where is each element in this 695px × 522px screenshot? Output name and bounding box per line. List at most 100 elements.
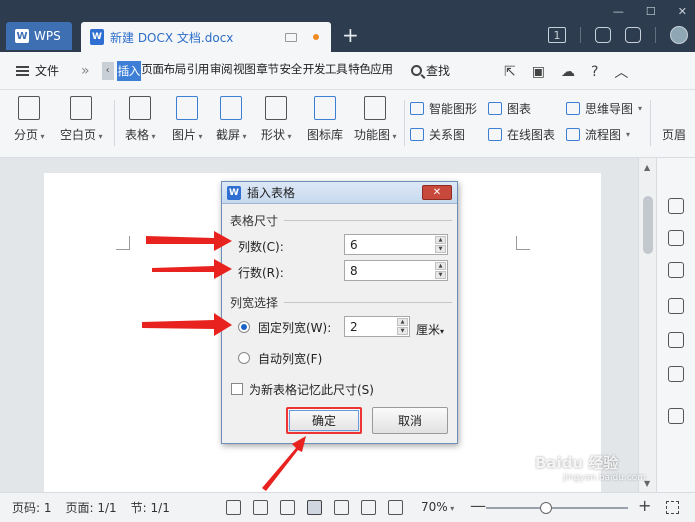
fixed-width-spinner[interactable]: 2 ▲ ▼	[344, 316, 410, 337]
dialog-close-button[interactable]: ✕	[422, 185, 452, 200]
avatar[interactable]	[670, 26, 688, 44]
format-icon[interactable]	[668, 332, 684, 348]
page-break-button[interactable]: 分页 ▾	[14, 96, 45, 143]
document-tab[interactable]: W 新建 DOCX 文档.docx	[81, 22, 331, 52]
shirt-skin-icon[interactable]	[625, 27, 641, 43]
wps-tab-label: WPS	[34, 29, 61, 43]
wps-home-tab[interactable]: W WPS	[6, 22, 72, 50]
spin-down-icon[interactable]: ▼	[435, 245, 446, 253]
minimize-icon[interactable]: —	[613, 5, 624, 18]
icon-library-icon	[314, 96, 336, 120]
rows-spinner[interactable]: 8 ▲ ▼	[344, 260, 448, 281]
side-panel	[656, 158, 695, 492]
collapse-ribbon-icon[interactable]: ︿	[614, 62, 628, 82]
screenshot-button[interactable]: 截屏 ▾	[216, 96, 247, 143]
fixed-width-label[interactable]: 固定列宽(W):	[258, 319, 331, 336]
menu-tabs: 插入 页面布局 引用 审阅 视图 章节 安全 开发工具 特色应用	[116, 60, 393, 81]
fit-window-icon[interactable]	[666, 501, 679, 514]
screen-icon[interactable]	[285, 32, 297, 42]
zoom-in-icon[interactable]: +	[638, 496, 651, 515]
web-view-icon[interactable]	[361, 500, 376, 515]
unit-select[interactable]: 厘米▾	[416, 321, 444, 338]
pen-icon[interactable]	[280, 500, 295, 515]
select-icon[interactable]	[668, 230, 684, 246]
zoom-out-icon[interactable]: —	[470, 496, 486, 515]
cloud-sync-icon[interactable]	[595, 27, 611, 43]
help-icon[interactable]: ?	[591, 64, 598, 80]
style-icon[interactable]	[668, 298, 684, 314]
spin-up-icon[interactable]: ▲	[435, 236, 446, 244]
tab-special-apps[interactable]: 特色应用	[348, 61, 393, 81]
page-view-icon[interactable]	[307, 500, 322, 515]
picture-button[interactable]: 图片 ▾	[172, 96, 203, 143]
share-icon[interactable]: ⇱	[504, 64, 516, 80]
flowchart-button[interactable]: 流程图 ▾	[566, 126, 630, 143]
vertical-scrollbar[interactable]: ▲ ▼	[638, 158, 656, 492]
file-menu[interactable]: 文件	[16, 62, 59, 79]
cloud-icon[interactable]: ☁	[561, 64, 575, 80]
spin-up-icon[interactable]: ▲	[397, 318, 408, 326]
double-chevron-icon[interactable]: »	[81, 63, 90, 79]
auto-width-label[interactable]: 自动列宽(F)	[258, 350, 322, 367]
search-button[interactable]: 查找	[410, 62, 450, 79]
shapes-button[interactable]: 形状 ▾	[261, 96, 292, 143]
tab-review[interactable]: 审阅	[209, 61, 233, 81]
spin-down-icon[interactable]: ▼	[435, 271, 446, 279]
eye-protect-icon[interactable]	[388, 500, 403, 515]
dialog-title-bar[interactable]: W 插入表格 ✕	[222, 182, 457, 204]
ok-button[interactable]: 确定	[286, 407, 362, 434]
header-label: 页眉	[662, 128, 687, 142]
screenshot-icon	[220, 96, 243, 120]
wps-logo-icon: W	[15, 29, 29, 43]
close-icon[interactable]: ✕	[678, 5, 687, 18]
remember-size-checkbox[interactable]	[231, 383, 243, 395]
smart-graphic-label: 智能图形	[429, 102, 478, 116]
columns-spinner[interactable]: 6 ▲ ▼	[344, 234, 448, 255]
tab-view[interactable]: 视图	[233, 61, 256, 81]
zoom-slider-knob[interactable]	[539, 502, 552, 514]
edit-icon[interactable]	[668, 198, 684, 214]
search-label: 查找	[425, 64, 450, 78]
tab-insert[interactable]: 插入	[116, 60, 141, 81]
spin-down-icon[interactable]: ▼	[397, 327, 408, 335]
smart-graphic-button[interactable]: 智能图形	[410, 100, 477, 117]
tab-section[interactable]: 章节	[256, 61, 279, 81]
outline-view-icon[interactable]	[334, 500, 349, 515]
table-button[interactable]: 表格 ▾	[125, 96, 156, 143]
zoom-select[interactable]: 70% ▾	[421, 500, 454, 514]
cancel-button[interactable]: 取消	[372, 407, 448, 434]
remember-size-label[interactable]: 为新表格记忆此尺寸(S)	[249, 381, 374, 398]
scroll-thumb[interactable]	[643, 196, 653, 254]
scroll-up-icon[interactable]: ▲	[644, 163, 650, 172]
maximize-icon[interactable]: ☐	[646, 5, 656, 18]
tab-developer[interactable]: 开发工具	[302, 61, 348, 81]
zoom-slider[interactable]	[486, 502, 628, 514]
spin-up-icon[interactable]: ▲	[435, 262, 446, 270]
scroll-left-icon[interactable]: ‹	[101, 61, 114, 80]
new-tab-button[interactable]: +	[342, 24, 359, 46]
fixed-width-radio[interactable]	[238, 321, 250, 333]
mind-map-label: 思维导图	[585, 102, 634, 116]
fullscreen-icon[interactable]	[226, 500, 241, 515]
layout-icon[interactable]	[668, 408, 684, 424]
mind-map-button[interactable]: 思维导图 ▾	[566, 100, 642, 117]
chart-button[interactable]: 图表	[488, 100, 531, 117]
auto-width-radio[interactable]	[238, 352, 250, 364]
icon-library-button[interactable]: 图标库	[307, 96, 343, 143]
navigation-icon[interactable]	[668, 366, 684, 382]
header-button[interactable]: 页眉	[662, 126, 686, 143]
relation-chart-button[interactable]: 关系图	[410, 126, 465, 143]
window-count-badge[interactable]: 1	[548, 27, 566, 43]
mind-map-icon	[566, 102, 580, 115]
flowchart-label: 流程图	[585, 128, 622, 142]
tab-references[interactable]: 引用	[186, 61, 210, 81]
calendar-icon[interactable]: ▣	[532, 64, 545, 80]
function-chart-button[interactable]: 功能图 ▾	[354, 96, 397, 143]
tab-page-layout[interactable]: 页面布局	[141, 61, 186, 81]
read-mode-icon[interactable]	[253, 500, 268, 515]
picture-label: 图片	[172, 128, 197, 142]
tab-security[interactable]: 安全	[279, 61, 303, 81]
blank-page-button[interactable]: 空白页 ▾	[60, 96, 103, 143]
online-chart-button[interactable]: 在线图表	[488, 126, 555, 143]
shapes-panel-icon[interactable]	[668, 262, 684, 278]
